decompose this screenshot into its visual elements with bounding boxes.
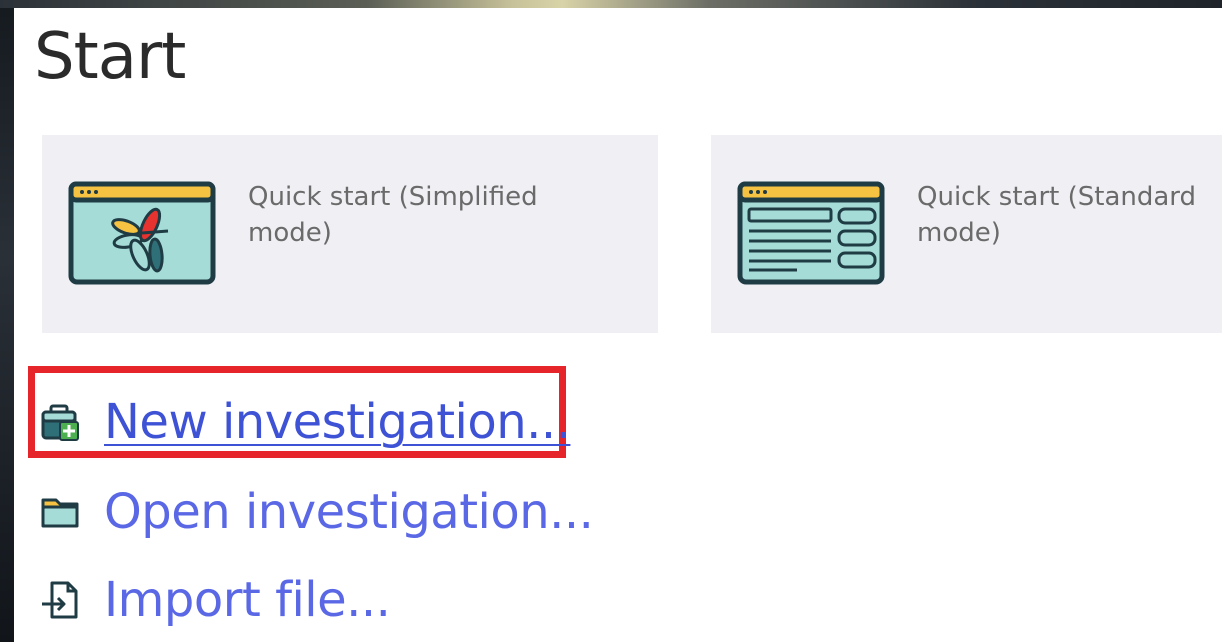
page-title: Start <box>34 20 186 94</box>
import-file-icon <box>42 581 78 619</box>
open-investigation-label: Open investigation... <box>104 484 594 540</box>
new-investigation-label: New investigation... <box>104 394 571 450</box>
start-panel: Start Quick start (Simplified mode) Quic… <box>14 8 1222 642</box>
folder-icon <box>41 498 79 528</box>
quick-start-simplified-tile[interactable]: Quick start (Simplified mode) <box>42 135 658 333</box>
new-investigation-link[interactable]: New investigation... <box>40 394 571 450</box>
standard-mode-icon <box>737 181 885 285</box>
new-investigation-icon <box>41 404 79 441</box>
simplified-mode-icon <box>68 181 216 285</box>
quick-start-standard-label: Quick start (Standard mode) <box>917 182 1197 248</box>
desktop-background-top <box>0 0 1222 8</box>
quick-start-simplified-label: Quick start (Simplified mode) <box>248 182 538 248</box>
quick-start-standard-tile[interactable]: Quick start (Standard mode) <box>711 135 1222 333</box>
import-file-link[interactable]: Import file... <box>40 572 391 628</box>
desktop-background-left <box>0 0 14 642</box>
import-file-label: Import file... <box>104 572 391 628</box>
open-investigation-link[interactable]: Open investigation... <box>40 484 594 540</box>
